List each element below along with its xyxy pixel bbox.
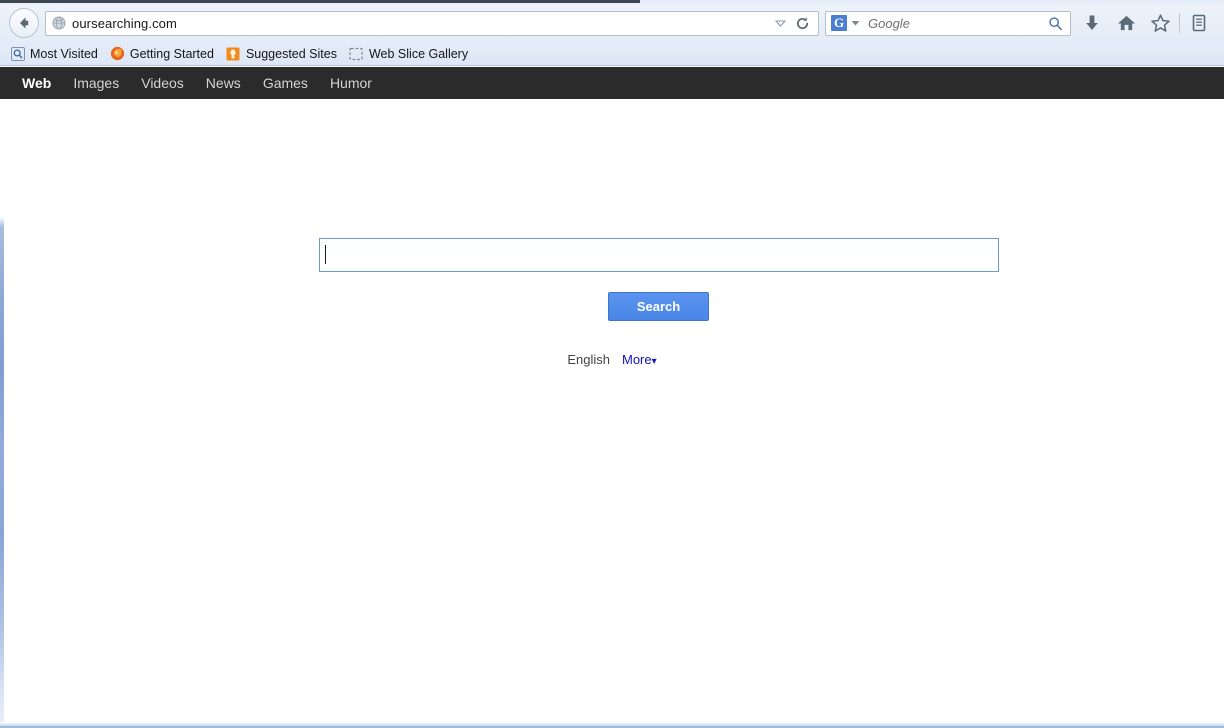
- nav-item-images[interactable]: Images: [73, 75, 119, 91]
- more-languages-link[interactable]: More▾: [622, 352, 657, 367]
- bookmark-getting-started[interactable]: Getting Started: [108, 44, 216, 64]
- back-button[interactable]: [9, 8, 39, 38]
- text-cursor: [325, 245, 326, 264]
- browser-search-bar[interactable]: G Google: [825, 10, 1071, 36]
- url-bar-actions: [771, 12, 813, 34]
- globe-icon: [52, 16, 66, 30]
- site-navigation: Web Images Videos News Games Humor: [0, 67, 1224, 99]
- library-icon[interactable]: [1182, 8, 1216, 38]
- language-row: English More▾: [0, 352, 1224, 367]
- firefox-icon: [110, 46, 125, 61]
- downloads-icon[interactable]: [1075, 8, 1109, 38]
- nav-item-humor[interactable]: Humor: [330, 75, 372, 91]
- bookmark-label: Getting Started: [129, 46, 214, 61]
- url-bar[interactable]: oursearching.com: [45, 10, 819, 36]
- bookmark-label: Web Slice Gallery: [368, 46, 469, 61]
- nav-item-videos[interactable]: Videos: [141, 75, 184, 91]
- search-engine-chevron-down-icon[interactable]: [851, 20, 860, 26]
- search-input-wrapper: [319, 238, 999, 272]
- page-viewport: Web Images Videos News Games Humor Searc…: [0, 67, 1224, 728]
- page-left-edge: [0, 67, 4, 728]
- suggested-sites-icon: [226, 46, 241, 61]
- bookmark-web-slice-gallery[interactable]: Web Slice Gallery: [347, 44, 470, 64]
- bookmark-label: Most Visited: [30, 46, 98, 61]
- current-language: English: [567, 352, 610, 367]
- active-tab-edge[interactable]: [0, 0, 640, 3]
- chevron-down-icon[interactable]: [771, 12, 789, 34]
- nav-item-news[interactable]: News: [206, 75, 241, 91]
- bookmark-label: Suggested Sites: [245, 46, 337, 61]
- back-arrow-icon: [20, 17, 29, 29]
- nav-item-web[interactable]: Web: [22, 75, 51, 91]
- search-icon[interactable]: [1048, 16, 1063, 31]
- more-languages-label: More: [621, 352, 652, 367]
- search-input[interactable]: [319, 238, 999, 272]
- nav-item-games[interactable]: Games: [263, 75, 308, 91]
- bookmark-most-visited[interactable]: Most Visited: [8, 44, 100, 64]
- bookmarks-bar: Most Visited Getting Started Suggested S…: [0, 42, 1224, 66]
- toolbar-icon-group: [1075, 8, 1216, 38]
- most-visited-icon: [10, 46, 25, 61]
- bookmark-star-icon[interactable]: [1143, 8, 1177, 38]
- bookmark-suggested-sites[interactable]: Suggested Sites: [224, 44, 339, 64]
- browser-search-input[interactable]: Google: [868, 16, 1048, 31]
- url-text[interactable]: oursearching.com: [72, 16, 771, 31]
- web-slice-icon: [349, 46, 364, 61]
- search-button[interactable]: Search: [608, 292, 709, 321]
- google-logo-icon[interactable]: G: [831, 15, 847, 31]
- chevron-down-icon: ▾: [651, 356, 657, 367]
- browser-toolbar: oursearching.com G Google: [0, 4, 1224, 42]
- toolbar-separator: [1179, 13, 1180, 33]
- home-icon[interactable]: [1109, 8, 1143, 38]
- browser-window: oursearching.com G Google Most Visited G…: [0, 0, 1224, 728]
- reload-icon[interactable]: [791, 12, 813, 34]
